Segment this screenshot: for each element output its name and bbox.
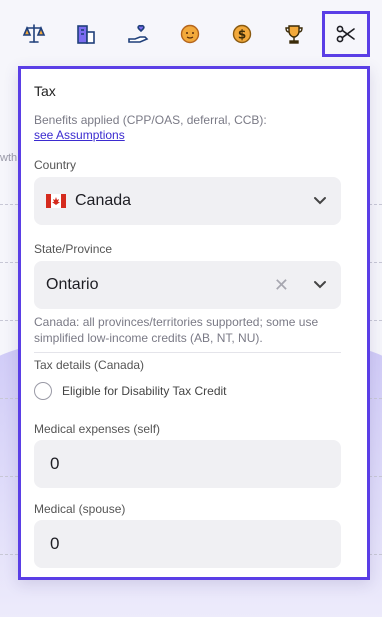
country-select[interactable]: Canada bbox=[34, 177, 341, 225]
benefits-hint: Benefits applied (CPP/OAS, deferral, CCB… bbox=[34, 113, 267, 127]
medical-spouse-input[interactable]: 0 bbox=[34, 520, 341, 568]
country-value: Canada bbox=[75, 192, 132, 209]
medical-self-label: Medical expenses (self) bbox=[34, 422, 161, 436]
province-select[interactable]: Ontario ✕ bbox=[34, 261, 341, 309]
province-label: State/Province bbox=[34, 242, 113, 256]
medical-spouse-label: Medical (spouse) bbox=[34, 502, 126, 516]
background-axis-label: wth bbox=[0, 152, 18, 164]
trophy-icon[interactable] bbox=[272, 12, 316, 56]
tax-panel: Tax Benefits applied (CPP/OAS, deferral,… bbox=[18, 66, 370, 580]
province-value: Ontario bbox=[46, 276, 99, 293]
country-label: Country bbox=[34, 158, 77, 172]
clear-icon[interactable]: ✕ bbox=[274, 275, 289, 296]
panel-title: Tax bbox=[34, 83, 56, 99]
top-toolbar: $ bbox=[0, 0, 382, 64]
province-note-line1: Canada: all provinces/territories suppor… bbox=[34, 315, 319, 329]
disability-checkbox[interactable] bbox=[34, 382, 52, 400]
svg-text:$: $ bbox=[238, 28, 246, 42]
hand-holding-heart-icon[interactable] bbox=[116, 12, 160, 56]
tax-details-heading: Tax details (Canada) bbox=[34, 358, 145, 372]
dollar-coin-icon[interactable]: $ bbox=[220, 12, 264, 56]
chevron-down-icon[interactable] bbox=[313, 277, 327, 291]
balance-scale-icon[interactable] bbox=[12, 12, 56, 56]
chevron-down-icon[interactable] bbox=[313, 193, 327, 207]
building-icon[interactable] bbox=[64, 12, 108, 56]
scissors-icon[interactable] bbox=[322, 11, 370, 57]
province-note-line2: simplified low-income credits (AB, NT, N… bbox=[34, 331, 263, 345]
see-assumptions-link[interactable]: see Assumptions bbox=[34, 128, 125, 142]
canada-flag-icon bbox=[46, 194, 66, 208]
divider bbox=[34, 352, 341, 353]
medical-self-input[interactable]: 0 bbox=[34, 440, 341, 488]
disability-checkbox-label[interactable]: Eligible for Disability Tax Credit bbox=[62, 384, 227, 398]
baby-face-icon[interactable] bbox=[168, 12, 212, 56]
